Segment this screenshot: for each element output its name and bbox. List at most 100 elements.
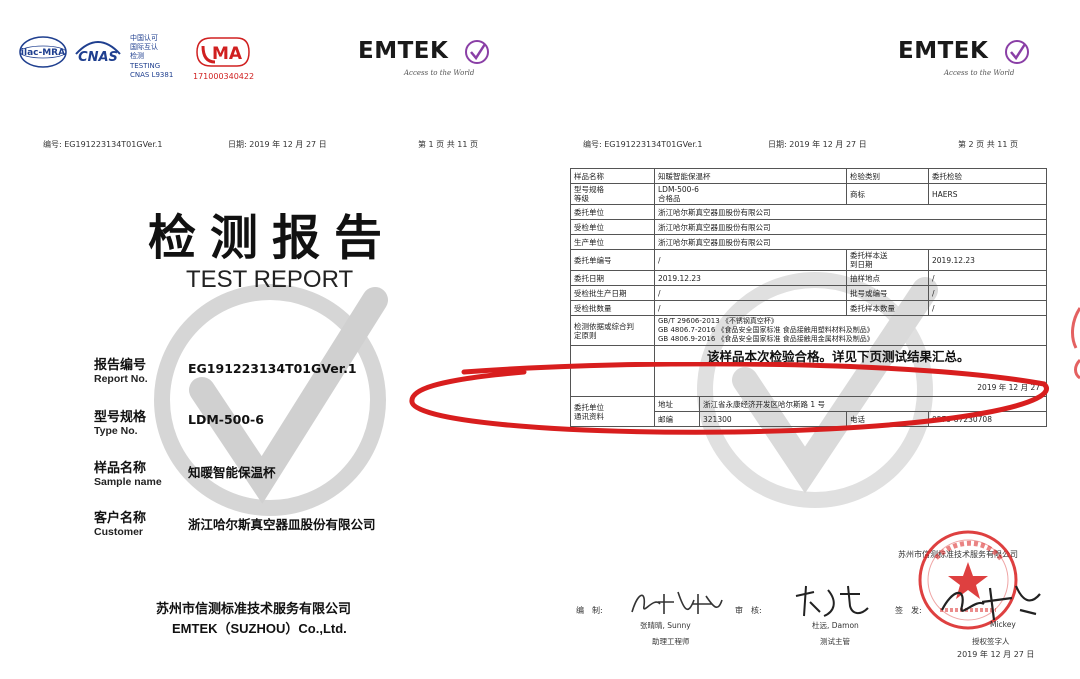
table-cell: / [928,285,1047,301]
table-cell: 型号规格 等级 [570,183,655,205]
signature-approved [941,585,1041,621]
footer-company-cn: 苏州市信测标准技术服务有限公司 [156,602,352,617]
field-customer: 客户名称 Customer [94,507,146,538]
table-row: 受检批数量 / 委托样本数量 / [570,300,1047,316]
table-cell: 检验类别 [846,168,929,184]
highlight-ellipse [409,362,1049,435]
table-cell: 浙江哈尔斯真空器皿股份有限公司 [654,234,1047,250]
field-value-customer: 浙江哈尔斯真空器皿股份有限公司 [188,517,376,532]
emtek-name: EMTEK [358,38,449,64]
table-cell: 批号或编号 [846,285,929,301]
field-label-en: Customer [94,526,144,538]
field-label-cn: 客户名称 [94,511,147,526]
signature-prepared [631,591,723,614]
ilac-text: ilac-MRA [21,48,65,58]
table-row: 受检单位 浙江哈尔斯真空器皿股份有限公司 [570,219,1047,235]
table-cell: / [928,270,1047,286]
field-sample-name: 样品名称 Sample name [94,457,162,488]
cnas-logo: CNAS [75,41,121,65]
table-row: 样品名称 知暖智能保温杯 检验类别 委托检验 [570,168,1047,184]
field-value-report-no: EG191223134T01GVer.1 [188,361,357,376]
table-cell: 商标 [846,183,929,205]
table-row: 委托单位 浙江哈尔斯真空器皿股份有限公司 [570,204,1047,220]
prepared-label: 编 制: [576,606,603,615]
right-page-number: 第 2 页 共 11 页 [958,140,1018,149]
table-cell: 受检批生产日期 [570,285,655,301]
cma-number: 171000340422 [193,72,255,81]
emtek-name: EMTEK [898,38,989,64]
approved-date: 2019 年 12 月 27 日 [957,650,1035,659]
table-cell: / [928,300,1047,316]
reviewed-label: 审 核: [735,606,762,615]
watermark-check-icon [154,284,388,516]
field-label-en: Report No. [94,373,148,385]
emtek-slogan-left: Access to the World [404,69,475,77]
cma-logo: MA [196,37,250,67]
report-title-cn: 检测报告 [148,210,397,266]
cnas-text: CNAS [78,50,118,65]
cnas-line: CNAS L9381 [130,70,174,79]
emtek-logo-left: EMTEK [358,38,448,64]
table-cell: 抽样地点 [846,270,929,286]
approved-title: 授权签字人 [972,637,1010,646]
conclusion-text: 该样品本次检验合格。详见下页测试结果汇总。 [707,349,970,364]
table-cell: 浙江哈尔斯真空器皿股份有限公司 [654,219,1047,235]
table-row: 委托单编号 / 委托样本送 到日期 2019.12.23 [570,249,1047,271]
table-cell: 2019.12.23 [928,249,1047,271]
table-cell: 委托样本送 到日期 [846,249,929,271]
cma-text: MA [212,44,243,64]
table-cell: / [654,249,847,271]
footer-company-en: EMTEK（SUZHOU）Co.,Ltd. [172,621,347,636]
right-report-date: 日期: 2019 年 12 月 27 日 [768,140,867,149]
field-value-sample-name: 知暖智能保温杯 [188,465,276,480]
field-label-cn: 型号规格 [94,410,147,425]
table-cell: 样品名称 [570,168,655,184]
cnas-line: 中国认可 [130,34,158,42]
table-cell: 知暖智能保温杯 [654,168,847,184]
basis-line: GB 4806.7-2016 《食品安全国家标准 食品接触用塑料材料及制品》 [658,326,874,334]
left-report-date: 日期: 2019 年 12 月 27 日 [228,140,327,149]
table-cell: / [654,300,847,316]
field-label-en: Type No. [94,425,138,437]
reviewed-title: 测试主管 [820,637,850,646]
table-cell: 检测依据或综合判 定原则 [570,315,655,346]
table-row: 受检批生产日期 / 批号或编号 / [570,285,1047,301]
table-cell: 委托单编号 [570,249,655,271]
field-label-en: Sample name [94,476,162,488]
field-report-no: 报告编号 Report No. [94,354,148,385]
table-row: 检测依据或综合判 定原则 GB/T 29606-2013 《不锈钢真空杯》 GB… [570,315,1047,346]
right-report-id: 编号: EG191223134T01GVer.1 [583,140,703,149]
field-value-type-no: LDM-500-6 [188,412,264,427]
table-cell: / [654,285,847,301]
table-cell: 2019.12.23 [654,270,847,286]
table-row: 型号规格 等级 LDM-500-6 合格品 商标 HAERS [570,183,1047,205]
report-title-en: TEST REPORT [186,266,354,293]
field-label-cn: 样品名称 [94,461,147,476]
reviewed-name: 杜远, Damon [812,621,859,630]
edge-stamp-fragment [1071,307,1080,380]
cnas-description: 中国认可 国际互认 检测 TESTING CNAS L9381 [130,34,173,80]
signature-reviewed [795,585,869,617]
ilac-mra-logo: ilac-MRA [19,36,67,68]
basis-line: GB 4806.9-2016 《食品安全国家标准 食品接触用金属材料及制品》 [658,335,874,343]
table-cell: 受检单位 [570,219,655,235]
table-cell: 委托样本数量 [846,300,929,316]
table-cell: LDM-500-6 合格品 [654,183,847,205]
emtek-logo-right: EMTEK [898,38,988,64]
table-cell: 委托检验 [928,168,1047,184]
left-report-id: 编号: EG191223134T01GVer.1 [43,140,163,149]
emtek-check-icon [465,40,489,64]
field-label-cn: 报告编号 [94,358,147,373]
prepared-name: 张晴晴, Sunny [640,621,691,630]
cnas-line: 检测 [130,52,144,61]
table-cell: 受检批数量 [570,300,655,316]
approved-name: Mickey [990,620,1016,629]
cnas-line: TESTING [130,61,161,70]
table-row: 生产单位 浙江哈尔斯真空器皿股份有限公司 [570,234,1047,250]
emtek-slogan-right: Access to the World [944,69,1015,77]
table-cell: HAERS [928,183,1047,205]
table-cell: 生产单位 [570,234,655,250]
basis-line: GB/T 29606-2013 《不锈钢真空杯》 [658,317,778,325]
prepared-title: 助理工程师 [652,637,690,646]
left-page-number: 第 1 页 共 11 页 [418,140,478,149]
